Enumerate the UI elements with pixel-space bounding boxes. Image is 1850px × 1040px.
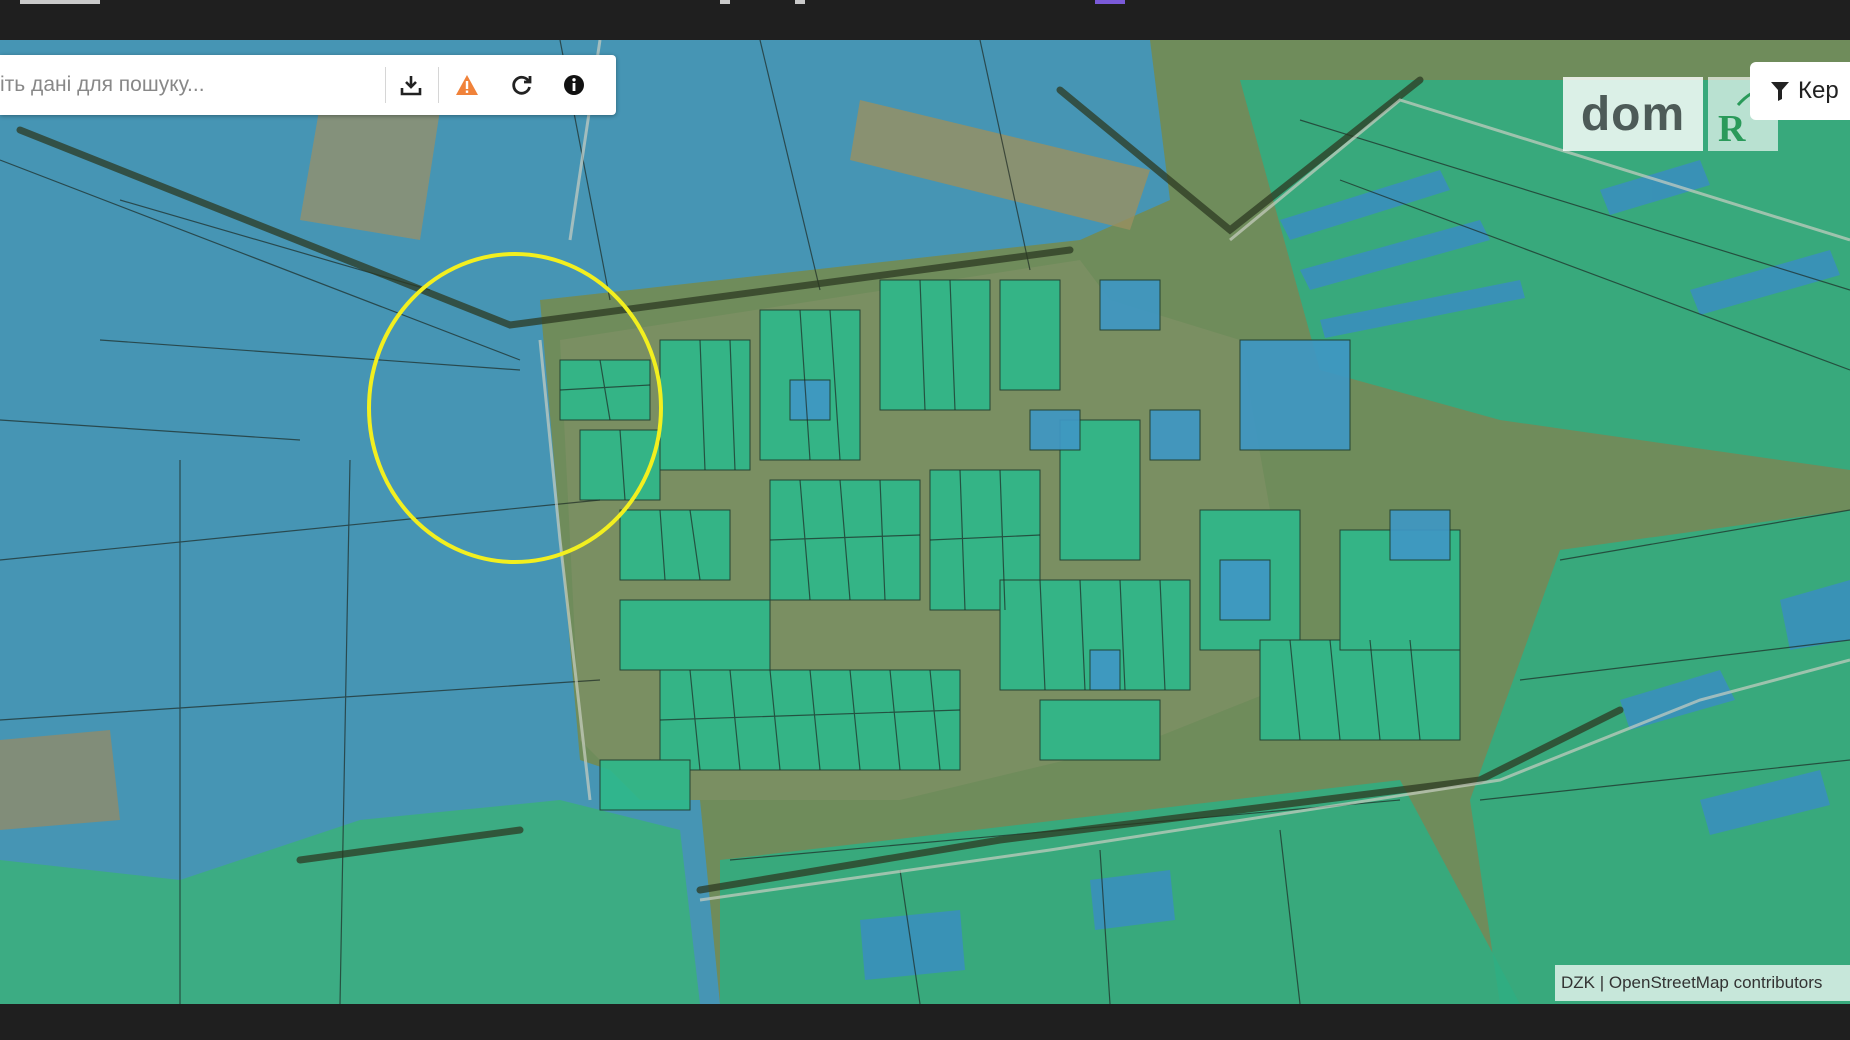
refresh-icon: [512, 75, 532, 95]
warning-button[interactable]: [444, 65, 490, 105]
browser-top-bar: [0, 0, 1850, 40]
filter-icon: [1771, 82, 1789, 101]
info-button[interactable]: [551, 65, 597, 105]
filter-button[interactable]: Кер: [1750, 62, 1850, 120]
toolbar-divider: [438, 67, 439, 103]
attribution-text: DZK | OpenStreetMap contributors: [1561, 973, 1823, 992]
browser-bottom-bar: [0, 1004, 1850, 1040]
download-icon: [400, 76, 422, 96]
dom-logo-text: dom: [1580, 87, 1686, 141]
refresh-button[interactable]: [499, 65, 545, 105]
cadastral-map[interactable]: dom R: [0, 40, 1850, 1004]
download-button[interactable]: [388, 65, 434, 105]
toolbar-divider: [385, 67, 386, 103]
search-input[interactable]: [0, 65, 375, 105]
map-attribution[interactable]: DZK | OpenStreetMap contributors: [1555, 965, 1850, 1001]
filter-label: Кер: [1798, 77, 1839, 104]
info-icon: [564, 75, 584, 95]
partner-logo-letter: R: [1718, 108, 1746, 150]
search-toolbar: [0, 55, 616, 115]
warning-icon: [456, 75, 478, 95]
dom-logo: dom: [1563, 77, 1703, 151]
map-canvas[interactable]: [0, 40, 1850, 1004]
